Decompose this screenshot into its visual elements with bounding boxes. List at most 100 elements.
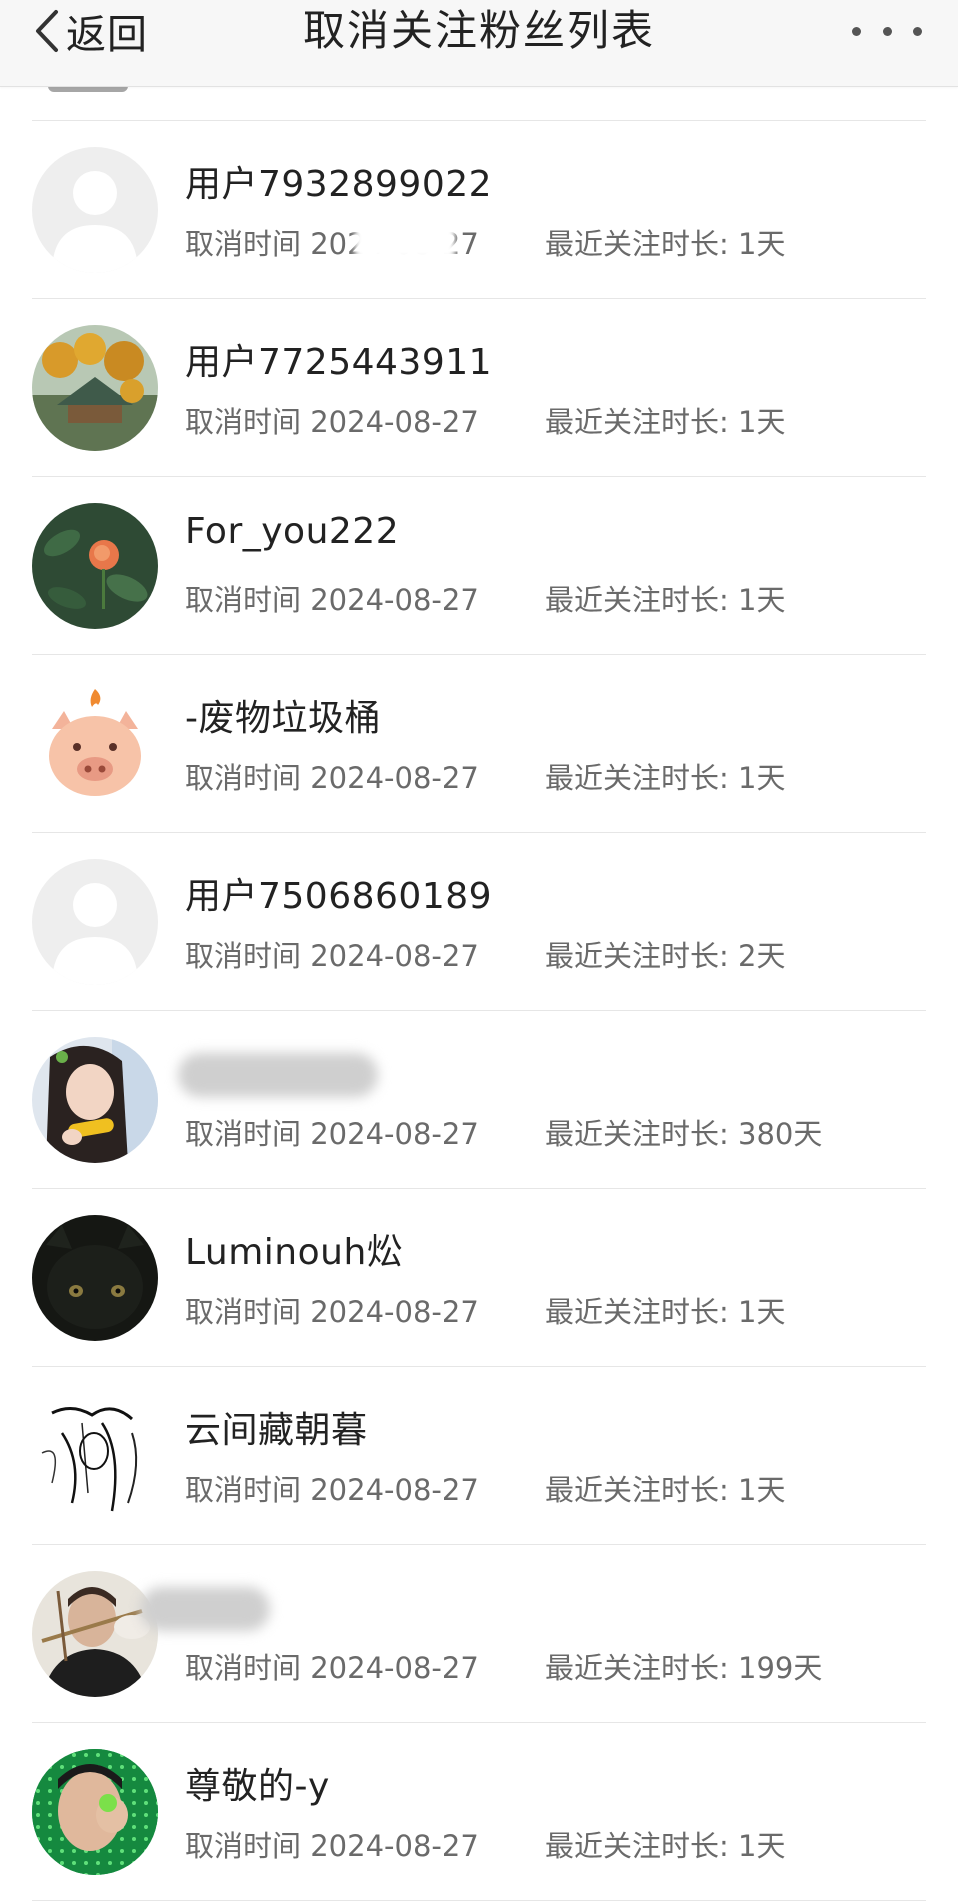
cancel-time-label: 取消时间 — [185, 583, 302, 617]
default-user-icon — [32, 147, 158, 273]
cancel-time-value: 2024-08-27 — [310, 1829, 479, 1863]
duration-label: 最近关注时长: — [545, 1117, 729, 1151]
duration-value: 1天 — [738, 227, 786, 261]
avatar[interactable] — [32, 681, 158, 807]
cancel-time-value: 2024-08-27 — [310, 1651, 479, 1685]
avatar[interactable] — [32, 1215, 158, 1341]
follow-duration: 最近关注时长: 199天 — [545, 1645, 822, 1687]
cancel-time-value: 2024-08-27 — [310, 1295, 479, 1329]
avatar[interactable] — [32, 859, 158, 985]
follow-duration: 最近关注时长: 1天 — [545, 577, 785, 619]
cancel-time-label: 取消时间 — [185, 939, 302, 973]
cancel-time: 取消时间 2024-08-27 — [185, 755, 479, 797]
cancel-time: 取消时间 2024-08-27 — [185, 1645, 479, 1687]
duration-label: 最近关注时长: — [545, 227, 729, 261]
list-item[interactable]: -废物垃圾桶 取消时间 2024-08-27 最近关注时长: 1天 — [0, 655, 958, 833]
duration-value: 1天 — [738, 1829, 786, 1863]
duration-label: 最近关注时长: — [545, 405, 729, 439]
avatar[interactable] — [32, 1749, 158, 1875]
follow-duration: 最近关注时长: 1天 — [545, 1289, 785, 1331]
follow-duration: 最近关注时长: 2天 — [545, 933, 785, 975]
list-item[interactable]: 取消时间 2024-08-27 最近关注时长: 199天 — [0, 1545, 958, 1723]
list-item[interactable]: Luminouh炂 取消时间 2024-08-27 最近关注时长: 1天 — [0, 1189, 958, 1367]
duration-value: 1天 — [738, 1295, 786, 1329]
cancel-time-label: 取消时间 — [185, 405, 302, 439]
duration-label: 最近关注时长: — [545, 1829, 729, 1863]
duration-label: 最近关注时长: — [545, 939, 729, 973]
more-dots-icon[interactable] — [852, 0, 922, 62]
cancel-time-label: 取消时间 — [185, 761, 302, 795]
follow-duration: 最近关注时长: 1天 — [545, 399, 785, 441]
blurred-user-name — [178, 1053, 378, 1097]
user-name: 用户7725443911 — [185, 342, 493, 383]
cancel-time-label: 取消时间 — [185, 1473, 302, 1507]
man-with-chopsticks-icon — [32, 1571, 158, 1697]
duration-label: 最近关注时长: — [545, 583, 729, 617]
cancel-time: 取消时间 2024-08-27 — [185, 399, 479, 441]
default-user-icon — [32, 859, 158, 985]
dot — [852, 26, 861, 36]
duration-value: 1天 — [738, 761, 786, 795]
cancel-time-value: 2024-08-27 — [310, 583, 479, 617]
girl-with-corn-icon — [32, 1037, 158, 1163]
manga-sketch-icon — [32, 1393, 158, 1519]
cancel-time: 取消时间 2024-08-27 — [185, 1111, 479, 1153]
list-item[interactable]: 云间藏朝暮 取消时间 2024-08-27 最近关注时长: 1天 — [0, 1367, 958, 1545]
dot — [913, 26, 922, 36]
follow-duration: 最近关注时长: 1天 — [545, 1823, 785, 1865]
cancel-time-value: 2024-08-27 — [310, 1473, 479, 1507]
cancel-time: 取消时间 2024-08-27 — [185, 1823, 479, 1865]
duration-label: 最近关注时长: — [545, 761, 729, 795]
follow-duration: 最近关注时长: 1天 — [545, 221, 785, 263]
orange-rose-icon — [32, 503, 158, 629]
avatar[interactable] — [32, 1393, 158, 1519]
cancel-time-label: 取消时间 — [185, 227, 302, 261]
cancel-time-value: 2024-08-27 — [310, 1117, 479, 1151]
duration-value: 2天 — [738, 939, 786, 973]
cancel-time-value: 2024-08-27 — [310, 405, 479, 439]
follow-duration: 最近关注时长: 380天 — [545, 1111, 822, 1153]
user-name: For_you222 — [185, 511, 400, 552]
duration-value: 199天 — [738, 1651, 823, 1685]
list-item[interactable]: For_you222 取消时间 2024-08-27 最近关注时长: 1天 — [0, 477, 958, 655]
cancel-time-label: 取消时间 — [185, 1295, 302, 1329]
duration-value: 1天 — [738, 405, 786, 439]
follow-duration: 最近关注时长: 1天 — [545, 755, 785, 797]
duration-label: 最近关注时长: — [545, 1295, 729, 1329]
user-name: 云间藏朝暮 — [185, 1410, 368, 1451]
list-item[interactable]: 取消时间 2024-08-27 最近关注时长: 380天 — [0, 1011, 958, 1189]
cancel-time-label: 取消时间 — [185, 1651, 302, 1685]
cancel-time-label: 取消时间 — [185, 1829, 302, 1863]
page-title: 取消关注粉丝列表 — [302, 6, 655, 55]
cancel-time: 取消时间 2024-08-27 — [185, 577, 479, 619]
avatar[interactable] — [32, 147, 158, 273]
duration-label: 最近关注时长: — [545, 1651, 729, 1685]
redaction-mask — [355, 225, 455, 259]
duration-value: 1天 — [738, 1473, 786, 1507]
duration-value: 380天 — [738, 1117, 823, 1151]
top-nav-bar: 返回 取消关注粉丝列表 — [0, 0, 958, 87]
user-name: Luminouh炂 — [185, 1232, 404, 1273]
black-cat-icon — [32, 1215, 158, 1341]
blurred-user-name — [140, 1587, 270, 1631]
crying-man-green-icon — [32, 1749, 158, 1875]
list-item[interactable]: 用户7725443911 取消时间 2024-08-27 最近关注时长: 1天 — [0, 299, 958, 477]
partial-list-item — [0, 86, 958, 121]
duration-label: 最近关注时长: — [545, 1473, 729, 1507]
avatar[interactable] — [32, 1571, 158, 1697]
avatar[interactable] — [32, 325, 158, 451]
user-name: 用户7932899022 — [185, 164, 493, 205]
list-item[interactable]: 尊敬的-y 取消时间 2024-08-27 最近关注时长: 1天 — [0, 1723, 958, 1901]
pagoda-tree-icon — [32, 325, 158, 451]
avatar[interactable] — [32, 503, 158, 629]
pig-emoji-icon — [32, 681, 158, 807]
cancel-time: 取消时间 2024-08-27 — [185, 1289, 479, 1331]
cancel-time-value: 2024-08-27 — [310, 761, 479, 795]
dot — [882, 26, 892, 36]
cancel-time-value: 2024-08-27 — [310, 939, 479, 973]
list-item[interactable]: 用户7506860189 取消时间 2024-08-27 最近关注时长: 2天 — [0, 833, 958, 1011]
avatar[interactable] — [32, 1037, 158, 1163]
list-item[interactable]: 用户7932899022 取消时间 2024-08-27 最近关注时长: 1天 — [0, 121, 958, 299]
user-name: 尊敬的-y — [185, 1766, 330, 1807]
user-name: -废物垃圾桶 — [185, 698, 381, 739]
